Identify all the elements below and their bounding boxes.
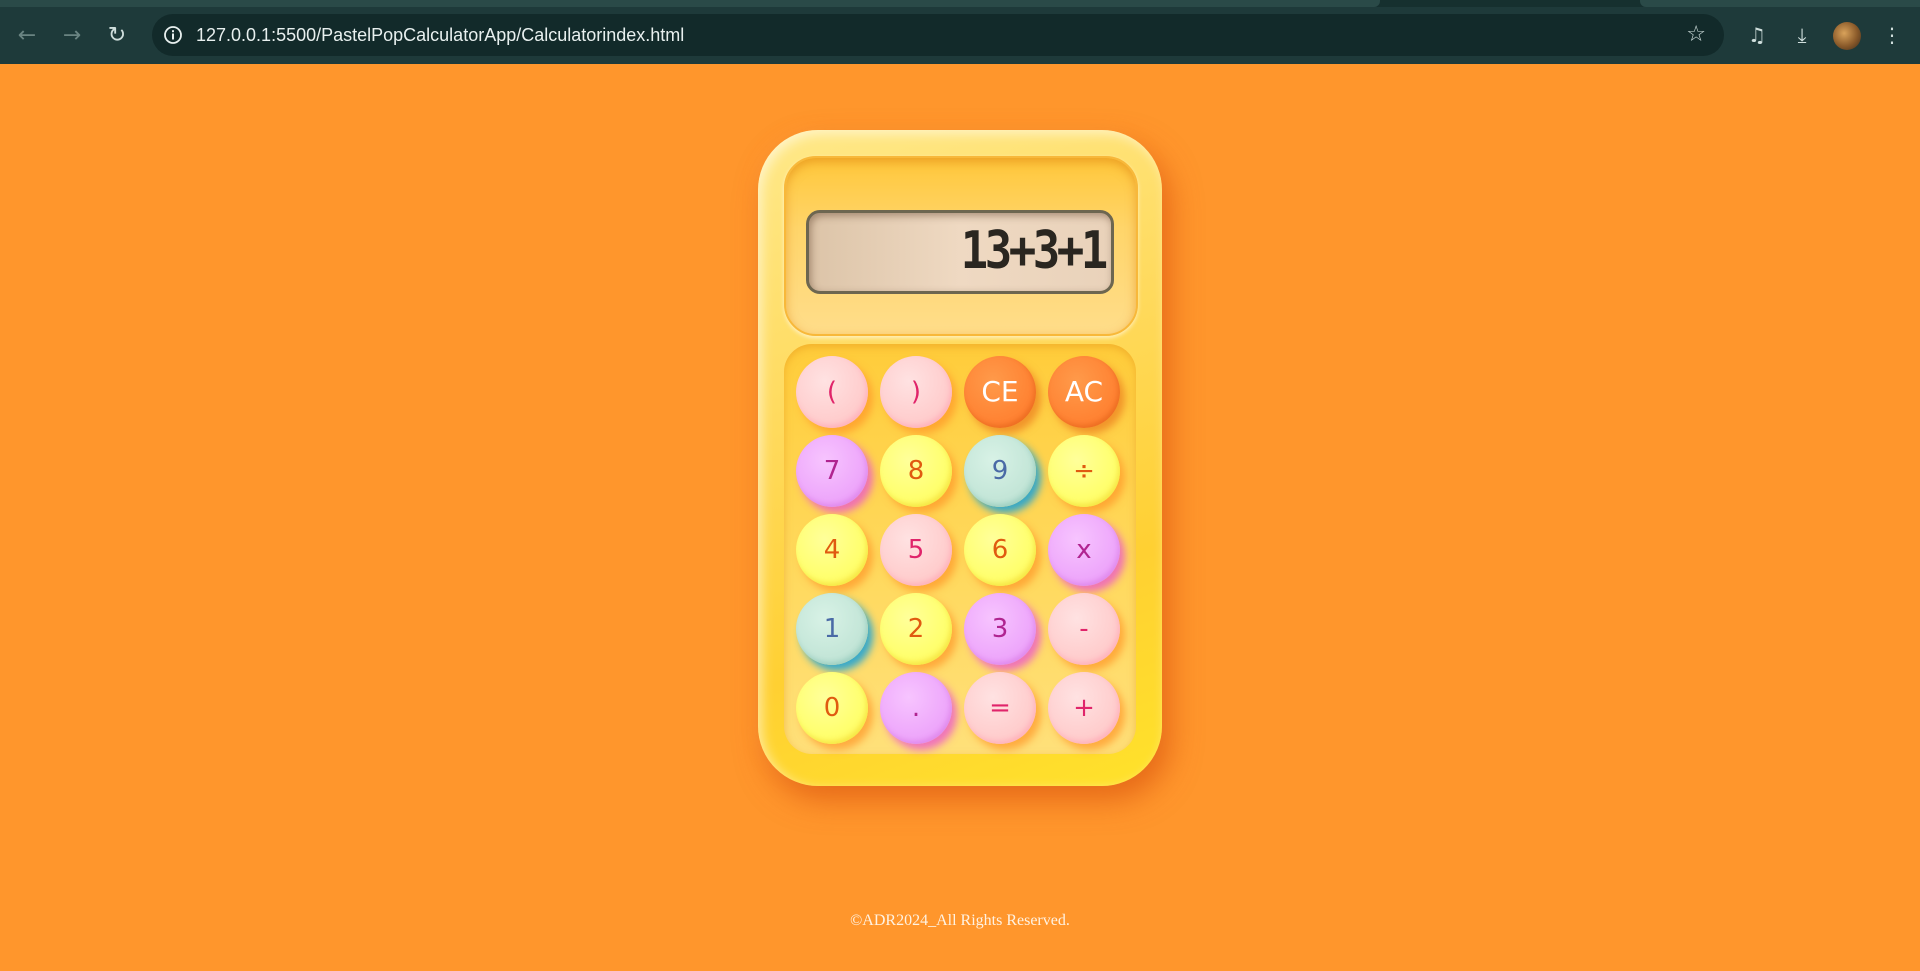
key-add[interactable]: + xyxy=(1048,672,1120,744)
key-multiply[interactable]: x xyxy=(1048,514,1120,586)
key-3[interactable]: 3 xyxy=(964,593,1036,665)
download-icon: ⤓ xyxy=(1797,23,1807,47)
browser-tab[interactable] xyxy=(1640,0,1920,7)
bookmark-star-icon[interactable]: ☆ xyxy=(1686,22,1706,47)
reload-icon: ↻ xyxy=(107,22,127,48)
keypad: ( ) CE AC 7 8 9 ÷ 4 5 6 x 1 2 3 - 0 . = … xyxy=(784,344,1136,754)
tab-strip xyxy=(0,0,1920,7)
profile-avatar[interactable] xyxy=(1833,22,1861,50)
key-0[interactable]: 0 xyxy=(796,672,868,744)
reload-button[interactable]: ↻ xyxy=(100,18,134,52)
key-2[interactable]: 2 xyxy=(880,593,952,665)
key-divide[interactable]: ÷ xyxy=(1048,435,1120,507)
active-tab[interactable] xyxy=(0,0,1380,7)
downloads-button[interactable]: ⤓ xyxy=(1785,18,1819,52)
media-controls-button[interactable]: ♫ xyxy=(1740,18,1774,52)
media-queue-icon: ♫ xyxy=(1748,23,1766,47)
key-all-clear[interactable]: AC xyxy=(1048,356,1120,428)
forward-button[interactable]: → xyxy=(55,18,89,52)
browser-menu-button[interactable]: ⋮ xyxy=(1875,18,1909,52)
key-8[interactable]: 8 xyxy=(880,435,952,507)
copyright-footer: ©ADR2024_All Rights Reserved. xyxy=(850,912,1070,929)
site-info-icon[interactable] xyxy=(162,24,184,46)
key-close-paren[interactable]: ) xyxy=(880,356,952,428)
back-arrow-icon: ← xyxy=(17,22,37,48)
key-subtract[interactable]: - xyxy=(1048,593,1120,665)
display-frame: 13+3+1 xyxy=(784,156,1138,336)
browser-toolbar: ← → ↻ 127.0.0.1:5500/PastelPopCalculator… xyxy=(0,0,1920,64)
forward-arrow-icon: → xyxy=(62,22,82,48)
key-1[interactable]: 1 xyxy=(796,593,868,665)
url-text[interactable]: 127.0.0.1:5500/PastelPopCalculatorApp/Ca… xyxy=(196,25,684,46)
key-clear-entry[interactable]: CE xyxy=(964,356,1036,428)
key-4[interactable]: 4 xyxy=(796,514,868,586)
key-5[interactable]: 5 xyxy=(880,514,952,586)
display-value: 13+3+1 xyxy=(960,221,1109,281)
key-decimal[interactable]: . xyxy=(880,672,952,744)
key-7[interactable]: 7 xyxy=(796,435,868,507)
key-9[interactable]: 9 xyxy=(964,435,1036,507)
key-6[interactable]: 6 xyxy=(964,514,1036,586)
back-button[interactable]: ← xyxy=(10,18,44,52)
address-bar[interactable]: 127.0.0.1:5500/PastelPopCalculatorApp/Ca… xyxy=(152,14,1724,56)
calculator: 13+3+1 ( ) CE AC 7 8 9 ÷ 4 5 6 x 1 2 3 -… xyxy=(758,130,1162,786)
calculator-display: 13+3+1 xyxy=(806,210,1114,294)
key-equals[interactable]: = xyxy=(964,672,1036,744)
more-vert-icon: ⋮ xyxy=(1882,23,1902,47)
key-open-paren[interactable]: ( xyxy=(796,356,868,428)
